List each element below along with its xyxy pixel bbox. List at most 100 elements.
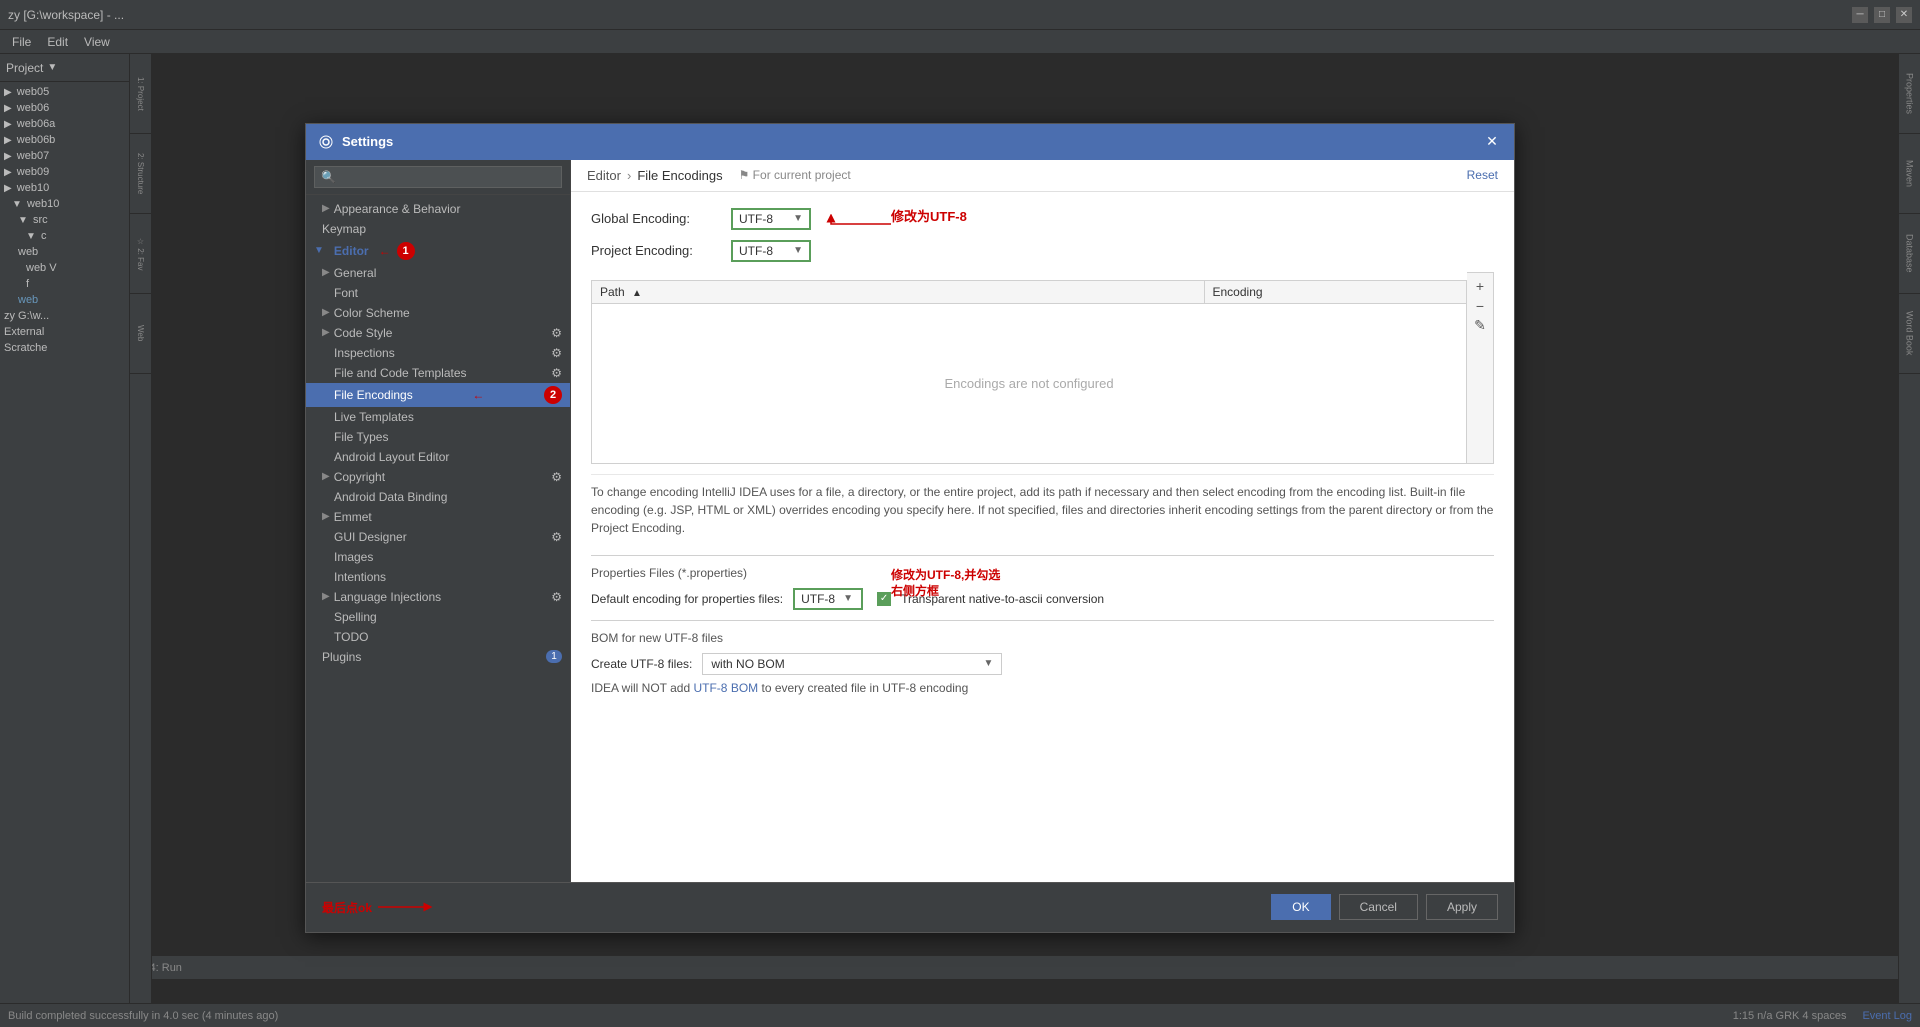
favorites-panel-btn[interactable]: ☆ 2: Fav <box>130 214 151 294</box>
web-panel-btn[interactable]: Web <box>130 294 151 374</box>
bom-row: Create UTF-8 files: with NO BOM ▼ <box>591 653 1494 675</box>
gui-designer-icon: ⚙ <box>551 530 562 544</box>
file-menu[interactable]: File <box>4 33 39 51</box>
settings-item-inspections[interactable]: Inspections ⚙ <box>306 343 570 363</box>
expand-icon: ▶ <box>322 591 330 602</box>
settings-item-images[interactable]: Images <box>306 547 570 567</box>
database-panel-btn[interactable]: Database <box>1899 214 1920 294</box>
ok-annotation-area: 最后点ok <box>322 897 438 917</box>
bom-link[interactable]: UTF-8 BOM <box>693 681 758 695</box>
settings-item-appearance[interactable]: ▶ Appearance & Behavior <box>306 199 570 219</box>
right-tool-strip: Properties Maven Database Word Book <box>1898 54 1920 1003</box>
properties-panel-btn[interactable]: Properties <box>1899 54 1920 134</box>
ok-button[interactable]: OK <box>1271 894 1330 920</box>
settings-left-panel: ▶ Appearance & Behavior Keymap ▼ Editor <box>306 160 571 882</box>
create-utf8-label: Create UTF-8 files: <box>591 657 692 671</box>
settings-item-copyright[interactable]: ▶ Copyright ⚙ <box>306 467 570 487</box>
project-encoding-label: Project Encoding: <box>591 243 731 258</box>
settings-navigation-tree: ▶ Appearance & Behavior Keymap ▼ Editor <box>306 195 570 882</box>
expand-icon: ▶ <box>322 511 330 522</box>
expand-icon: ▶ <box>322 327 330 338</box>
bom-note-suffix: to every created file in UTF-8 encoding <box>758 681 968 695</box>
settings-item-android-layout[interactable]: Android Layout Editor <box>306 447 570 467</box>
annotation-arrow-1 <box>821 214 891 234</box>
settings-item-file-types[interactable]: File Types <box>306 427 570 447</box>
global-encoding-dropdown-icon: ▼ <box>793 213 803 224</box>
cancel-button[interactable]: Cancel <box>1339 894 1418 920</box>
settings-item-code-style[interactable]: ▶ Code Style ⚙ <box>306 323 570 343</box>
properties-encoding-value: UTF-8 <box>801 592 835 606</box>
add-encoding-button[interactable]: + <box>1471 277 1489 295</box>
annotation-right-box: 右侧方框 <box>891 582 939 599</box>
dialog-close-button[interactable]: ✕ <box>1482 132 1502 152</box>
settings-item-spelling[interactable]: Spelling <box>306 607 570 627</box>
project-encoding-value: UTF-8 <box>739 244 773 258</box>
settings-item-todo[interactable]: TODO <box>306 627 570 647</box>
window-controls[interactable]: ─ □ ✕ <box>1852 7 1912 23</box>
bom-section-title: BOM for new UTF-8 files <box>591 620 1494 645</box>
edit-menu[interactable]: Edit <box>39 33 76 51</box>
create-utf8-select[interactable]: with NO BOM ▼ <box>702 653 1002 675</box>
expand-icon: ▶ <box>322 267 330 278</box>
view-menu[interactable]: View <box>76 33 118 51</box>
table-action-buttons: + − ✎ <box>1467 272 1494 464</box>
file-templates-icon: ⚙ <box>551 366 562 380</box>
breadcrumb-bar: Editor › File Encodings ⚑ For current pr… <box>571 160 1514 192</box>
maven-panel-btn[interactable]: Maven <box>1899 134 1920 214</box>
title-text: zy [G:\workspace] - ... <box>8 8 124 22</box>
settings-item-keymap[interactable]: Keymap <box>306 219 570 239</box>
global-encoding-label: Global Encoding: <box>591 211 731 226</box>
title-bar: zy [G:\workspace] - ... ─ □ ✕ <box>0 0 1920 30</box>
bom-dropdown-icon: ▼ <box>983 658 993 669</box>
global-encoding-value: UTF-8 <box>739 212 773 226</box>
edit-encoding-button[interactable]: ✎ <box>1471 317 1489 335</box>
reset-link[interactable]: Reset <box>1467 168 1498 182</box>
breadcrumb-separator: › <box>627 168 631 183</box>
settings-item-intentions[interactable]: Intentions <box>306 567 570 587</box>
settings-item-file-code-templates[interactable]: File and Code Templates ⚙ <box>306 363 570 383</box>
ok-arrow <box>378 897 438 917</box>
annotation-change-utf8-check: 修改为UTF-8,并勾选 <box>891 566 1000 583</box>
dialog-body: ▶ Appearance & Behavior Keymap ▼ Editor <box>306 160 1514 882</box>
properties-encoding-dropdown-icon: ▼ <box>843 593 853 604</box>
apply-button[interactable]: Apply <box>1426 894 1498 920</box>
global-encoding-select[interactable]: UTF-8 ▼ <box>731 208 811 230</box>
bom-note: IDEA will NOT add UTF-8 BOM to every cre… <box>591 681 1494 695</box>
settings-search-input[interactable] <box>314 166 562 188</box>
settings-item-general[interactable]: ▶ General <box>306 263 570 283</box>
settings-search-area <box>306 160 570 195</box>
copyright-icon: ⚙ <box>551 470 562 484</box>
project-encoding-select[interactable]: UTF-8 ▼ <box>731 240 811 262</box>
maximize-button[interactable]: □ <box>1874 7 1890 23</box>
structure-panel-btn[interactable]: 2: Structure <box>130 134 151 214</box>
expand-icon: ▶ <box>322 471 330 482</box>
settings-item-language-injections[interactable]: ▶ Language Injections ⚙ <box>306 587 570 607</box>
settings-item-file-encodings[interactable]: File Encodings ← 2 <box>306 383 570 407</box>
language-injections-icon: ⚙ <box>551 590 562 604</box>
description-text: To change encoding IntelliJ IDEA uses fo… <box>591 474 1494 545</box>
settings-item-color-scheme[interactable]: ▶ Color Scheme <box>306 303 570 323</box>
minimize-button[interactable]: ─ <box>1852 7 1868 23</box>
event-log-link[interactable]: Event Log <box>1862 1010 1912 1022</box>
content-area: Global Encoding: UTF-8 ▼ 修改为UTF-8 <box>571 192 1514 882</box>
global-encoding-row: Global Encoding: UTF-8 ▼ 修改为UTF-8 <box>591 208 1494 230</box>
create-utf8-value: with NO BOM <box>711 657 784 671</box>
settings-item-live-templates[interactable]: Live Templates <box>306 407 570 427</box>
settings-item-gui-designer[interactable]: GUI Designer ⚙ <box>306 527 570 547</box>
empty-table-message: Encodings are not configured <box>592 336 1466 431</box>
breadcrumb-subtitle: ⚑ For current project <box>739 168 851 182</box>
remove-encoding-button[interactable]: − <box>1471 297 1489 315</box>
encoding-column-header[interactable]: Encoding <box>1204 280 1467 303</box>
settings-item-editor[interactable]: ▼ Editor ← 1 <box>306 239 570 263</box>
settings-item-font[interactable]: Font <box>306 283 570 303</box>
settings-item-emmet[interactable]: ▶ Emmet <box>306 507 570 527</box>
path-column-header[interactable]: Path ▲ <box>592 280 1205 303</box>
status-right-text: 1:15 n/a GRK 4 spaces <box>1733 1010 1847 1022</box>
project-panel-btn[interactable]: 1: Project <box>130 54 151 134</box>
settings-item-plugins[interactable]: Plugins 1 <box>306 647 570 667</box>
transparent-conversion-checkbox[interactable]: ✓ <box>877 592 891 606</box>
properties-encoding-select[interactable]: UTF-8 ▼ <box>793 588 863 610</box>
close-button[interactable]: ✕ <box>1896 7 1912 23</box>
settings-item-android-data-binding[interactable]: Android Data Binding <box>306 487 570 507</box>
word-book-panel-btn[interactable]: Word Book <box>1899 294 1920 374</box>
